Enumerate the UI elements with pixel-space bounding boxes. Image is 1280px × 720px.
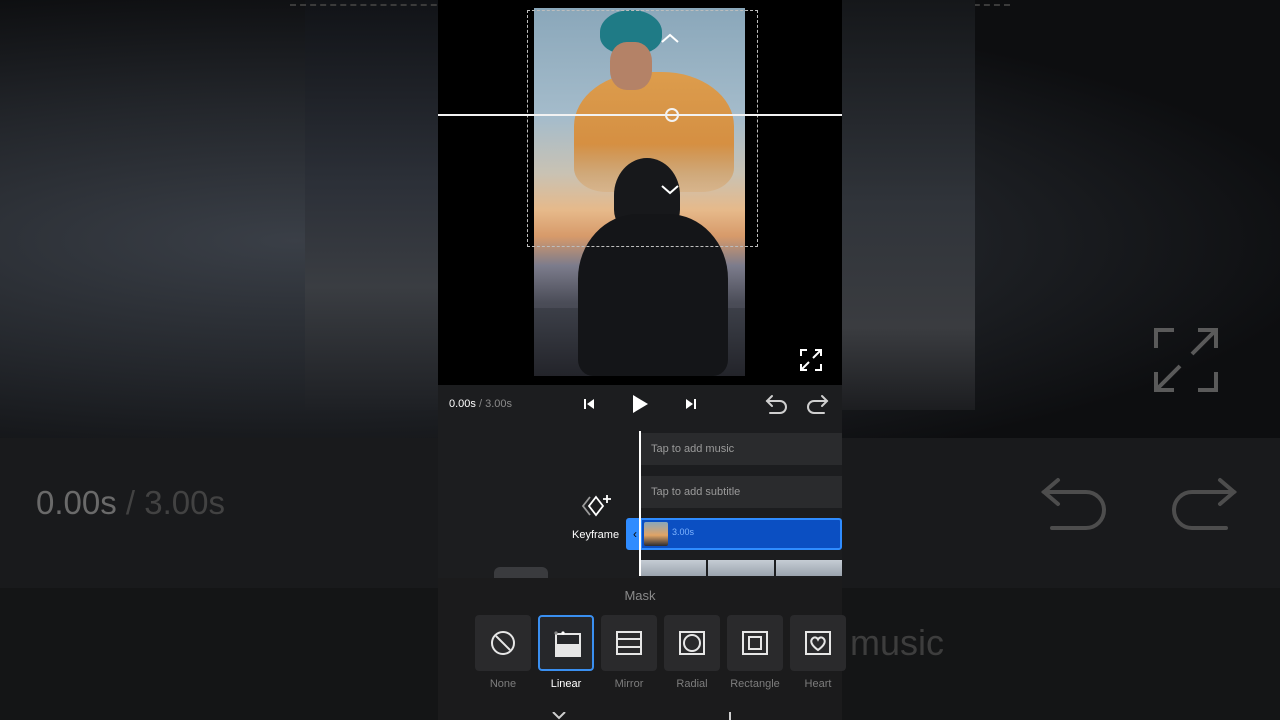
redo-icon[interactable] xyxy=(805,394,829,414)
clip-duration: 3.00s xyxy=(672,527,695,537)
mask-option-label: Mirror xyxy=(614,678,644,690)
mask-option-tile xyxy=(601,615,657,671)
heart-mask-icon xyxy=(805,631,831,655)
mask-option-tile xyxy=(790,615,846,671)
frame-strip xyxy=(640,560,842,576)
mask-option-none[interactable]: None xyxy=(475,615,531,703)
rectangle-mask-icon xyxy=(742,631,768,655)
mask-bounding-box[interactable] xyxy=(527,10,758,247)
mask-panel-title: Mask xyxy=(624,588,656,603)
mask-option-tile xyxy=(664,615,720,671)
mask-option-heart[interactable]: Heart xyxy=(790,615,846,703)
fullscreen-icon[interactable] xyxy=(800,349,822,371)
linear-mask-icon xyxy=(555,633,581,657)
panel-tab-stub xyxy=(494,567,548,578)
playhead[interactable] xyxy=(639,431,641,576)
none-icon xyxy=(491,631,515,655)
video-preview[interactable] xyxy=(438,0,842,385)
mask-option-label: Heart xyxy=(804,678,832,690)
clip-thumbnail xyxy=(644,522,668,546)
undo-icon[interactable] xyxy=(765,394,789,414)
mask-option-label: Radial xyxy=(676,678,708,690)
mask-option-rectangle[interactable]: Rectangle xyxy=(727,615,783,703)
background-redo-icon xyxy=(1172,478,1238,530)
mask-option-label: Linear xyxy=(550,678,582,690)
mask-option-label: None xyxy=(489,678,517,690)
video-clip[interactable]: ‹ 3.00s xyxy=(626,518,842,550)
mask-option-tile xyxy=(727,615,783,671)
time-readout: 0.00s / 3.00s xyxy=(449,398,512,410)
music-track[interactable]: Tap to add music xyxy=(640,433,842,465)
subtitle-track[interactable]: Tap to add subtitle xyxy=(640,476,842,508)
background-music-hint: music xyxy=(850,622,945,663)
background-undo-icon xyxy=(1040,478,1106,530)
keyframe-label[interactable]: Keyframe xyxy=(572,529,619,541)
mask-rotate-handle[interactable] xyxy=(665,108,679,122)
feather-down-chevron-icon[interactable] xyxy=(660,184,680,196)
play-icon[interactable] xyxy=(630,394,650,414)
keyframe-add-icon[interactable] xyxy=(581,493,613,521)
mask-option-tile xyxy=(538,615,594,671)
background-fullscreen-icon xyxy=(1154,328,1218,392)
keyframe-dots-icon xyxy=(554,631,565,635)
mask-panel: Mask None Linear Mirror Radial Rectangle… xyxy=(438,578,846,720)
timeline: Tap to add music Tap to add subtitle ‹ 3… xyxy=(438,425,842,578)
mask-option-label: Rectangle xyxy=(730,678,780,690)
mirror-mask-icon xyxy=(616,631,642,655)
playback-controls: 0.00s / 3.00s xyxy=(438,385,842,425)
feather-up-chevron-icon[interactable] xyxy=(660,32,680,44)
mask-option-linear[interactable]: Linear xyxy=(538,615,594,703)
mask-option-mirror[interactable]: Mirror xyxy=(601,615,657,703)
editor-phone-view: 0.00s / 3.00s Tap to add music Tap to ad… xyxy=(438,0,846,720)
cancel-icon[interactable] xyxy=(551,712,567,720)
confirm-icon[interactable] xyxy=(726,712,734,720)
radial-mask-icon xyxy=(679,631,705,655)
skip-to-start-icon[interactable] xyxy=(582,397,596,411)
linear-mask-line[interactable] xyxy=(438,114,842,116)
mask-option-radial[interactable]: Radial xyxy=(664,615,720,703)
mask-option-tile xyxy=(475,615,531,671)
background-time-readout: 0.00s / 3.00s xyxy=(36,484,225,521)
skip-to-end-icon[interactable] xyxy=(684,397,698,411)
